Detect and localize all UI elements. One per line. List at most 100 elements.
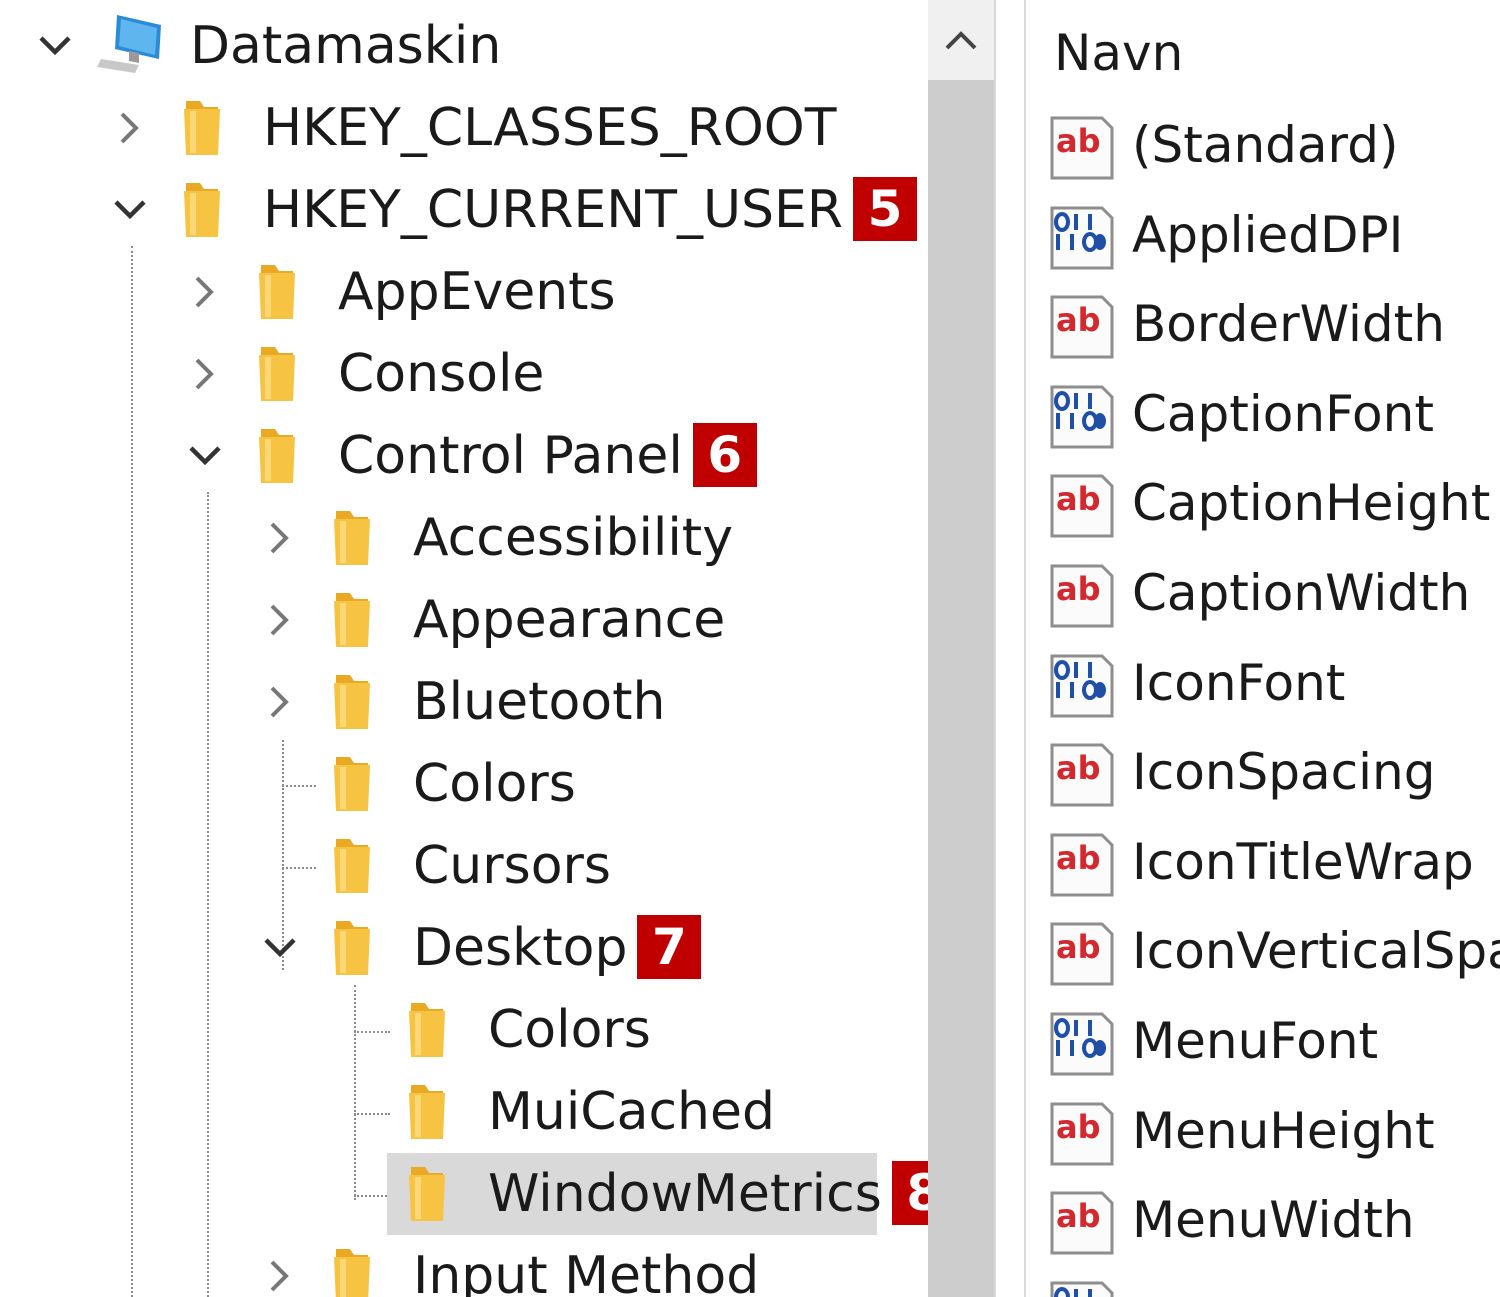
scroll-up-button[interactable] (928, 0, 994, 80)
tree-node[interactable]: HKEY_CLASSES_ROOT (0, 87, 928, 169)
folder-icon (334, 1249, 370, 1297)
tree-node[interactable]: Console (0, 333, 928, 415)
tree-node[interactable]: Colors (0, 989, 928, 1071)
registry-value-name: IconFont (1132, 653, 1346, 712)
string-value-icon: ab (1050, 474, 1114, 538)
folder-icon (184, 183, 220, 237)
tree-node[interactable]: HKEY_CURRENT_USER 5 (0, 169, 928, 251)
tree-node[interactable]: Cursors (0, 825, 928, 907)
chevron-right-icon[interactable] (262, 604, 298, 636)
svg-text:ab: ab (1056, 301, 1101, 339)
tree-node-label: Appearance (413, 590, 726, 650)
registry-value-row[interactable]: IconFont (1048, 640, 1500, 730)
tree-node-label: WindowMetrics (488, 1164, 882, 1224)
svg-text:ab: ab (1056, 1197, 1101, 1235)
folder-icon (184, 101, 220, 155)
string-value-icon: ab (1050, 295, 1114, 359)
chevron-up-icon (945, 31, 977, 50)
chevron-right-icon[interactable] (187, 276, 223, 308)
values-list[interactable]: Navn ab (Standard) AppliedDPI ab BorderWidth… (1026, 0, 1500, 1297)
chevron-down-icon[interactable] (262, 932, 298, 964)
binary-value-icon (1050, 1281, 1114, 1297)
folder-icon (334, 839, 370, 893)
chevron-down-icon[interactable] (112, 194, 148, 226)
tree-node[interactable]: Input Method (0, 1235, 928, 1297)
registry-value-row[interactable]: ab IconVerticalSpacing (1048, 908, 1500, 998)
chevron-right-icon[interactable] (262, 1260, 298, 1292)
registry-value-name: IconTitleWrap (1132, 832, 1474, 891)
string-value-icon: ab (1050, 922, 1114, 986)
registry-value-name: CaptionFont (1132, 384, 1434, 443)
chevron-down-icon[interactable] (187, 440, 223, 472)
step-badge: 5 (853, 177, 918, 241)
registry-value-row[interactable]: AppliedDPI (1048, 192, 1500, 282)
tree-node-label: HKEY_CLASSES_ROOT (263, 98, 837, 158)
registry-value-name: BorderWidth (1132, 295, 1445, 354)
folder-icon (409, 1085, 445, 1139)
tree-node-label: Console (338, 344, 545, 404)
registry-value-row[interactable]: MenuFont (1048, 998, 1500, 1088)
binary-value-icon (1050, 206, 1114, 270)
registry-tree[interactable]: Datamaskin HKEY_CLASSES_ROOT HKEY_CURRENT_… (0, 0, 928, 1297)
tree-node-label: Datamaskin (190, 16, 502, 76)
registry-value-row[interactable]: ab IconTitleWrap (1048, 819, 1500, 909)
tree-node[interactable]: WindowMetrics 8 (0, 1153, 928, 1235)
registry-value-row[interactable]: ab IconSpacing (1048, 729, 1500, 819)
tree-node[interactable]: Datamaskin (0, 5, 928, 87)
registry-value-row[interactable]: CaptionFont (1048, 371, 1500, 461)
folder-icon (334, 675, 370, 729)
svg-text:ab: ab (1056, 928, 1101, 966)
tree-node[interactable]: Desktop 7 (0, 907, 928, 989)
registry-value-name: IconVerticalSpacing (1132, 922, 1500, 981)
folder-icon (259, 429, 295, 483)
string-value-icon: ab (1050, 1102, 1114, 1166)
registry-value-row[interactable]: ab CaptionWidth (1048, 550, 1500, 640)
registry-value-row[interactable]: ab MenuHeight (1048, 1088, 1500, 1178)
string-value-icon: ab (1050, 743, 1114, 807)
svg-text:ab: ab (1056, 749, 1101, 787)
tree-node[interactable]: Control Panel 6 (0, 415, 928, 497)
folder-icon (334, 511, 370, 565)
tree-node-label: Colors (488, 1000, 651, 1060)
svg-text:ab: ab (1056, 570, 1101, 608)
tree-node[interactable]: Bluetooth (0, 661, 928, 743)
scroll-thumb[interactable] (928, 80, 994, 1297)
tree-node-label: Cursors (413, 836, 612, 896)
chevron-right-icon[interactable] (262, 522, 298, 554)
chevron-right-icon[interactable] (262, 686, 298, 718)
binary-value-icon (1050, 1012, 1114, 1076)
svg-text:ab: ab (1056, 1108, 1101, 1146)
string-value-icon: ab (1050, 564, 1114, 628)
registry-value-name: (Standard) (1132, 116, 1399, 174)
svg-text:ab: ab (1056, 122, 1101, 160)
registry-value-row[interactable]: ab CaptionHeight (1048, 460, 1500, 550)
chevron-right-icon[interactable] (112, 112, 148, 144)
pane-splitter[interactable] (994, 0, 1026, 1297)
tree-vertical-scrollbar[interactable] (928, 0, 994, 1297)
registry-value-name: IconSpacing (1132, 743, 1436, 802)
registry-value-row[interactable]: ab BorderWidth (1048, 281, 1500, 371)
step-badge: 6 (692, 423, 757, 487)
tree-node[interactable]: Accessibility (0, 497, 928, 579)
registry-value-row[interactable] (1048, 1267, 1500, 1297)
registry-value-name: MenuFont (1132, 1012, 1379, 1070)
folder-icon (259, 265, 295, 319)
folder-icon (409, 1167, 445, 1221)
string-value-icon: ab (1050, 833, 1114, 897)
column-header-name[interactable]: Navn (1054, 22, 1183, 84)
tree-node[interactable]: MuiCached (0, 1071, 928, 1153)
tree-node[interactable]: AppEvents (0, 251, 928, 333)
tree-node[interactable]: Colors (0, 743, 928, 825)
chevron-right-icon[interactable] (187, 358, 223, 390)
tree-node-label: Desktop (413, 918, 628, 978)
folder-icon (334, 593, 370, 647)
registry-value-row[interactable]: ab (Standard) (1048, 102, 1500, 192)
folder-icon (334, 757, 370, 811)
chevron-down-icon[interactable] (37, 30, 73, 62)
folder-icon (409, 1003, 445, 1057)
registry-value-name: MenuHeight (1132, 1101, 1435, 1160)
tree-node-label: Accessibility (413, 508, 733, 568)
registry-value-name: MenuWidth (1132, 1191, 1415, 1250)
registry-value-row[interactable]: ab MenuWidth (1048, 1177, 1500, 1267)
tree-node[interactable]: Appearance (0, 579, 928, 661)
